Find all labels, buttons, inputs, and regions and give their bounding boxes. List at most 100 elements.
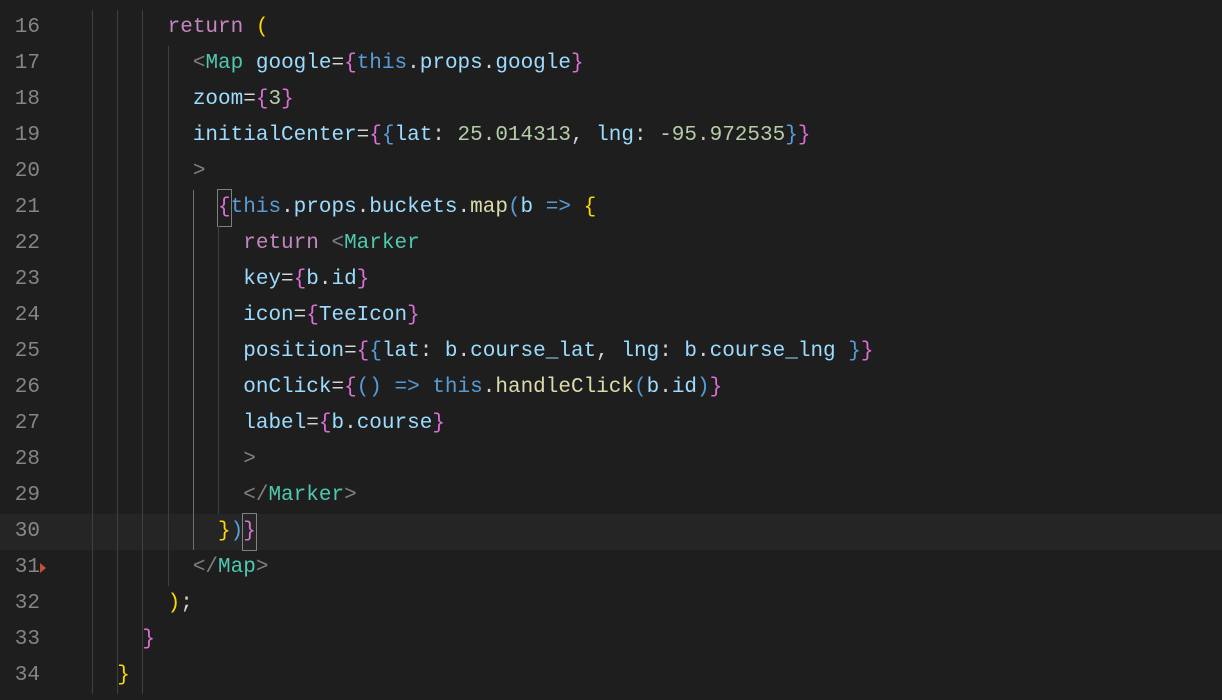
code-token: ( <box>357 376 370 399</box>
code-token: . <box>344 412 357 435</box>
code-token: } <box>710 376 723 399</box>
code-token: > <box>193 160 206 183</box>
code-token: , <box>596 340 609 363</box>
warning-marker-icon[interactable] <box>40 563 46 573</box>
code-token: } <box>407 304 420 327</box>
code-token: . <box>697 340 710 363</box>
code-line[interactable]: position={{lat: b.course_lat, lng: b.cou… <box>88 334 1222 370</box>
code-token: b <box>521 196 534 219</box>
code-token: Map <box>205 52 243 75</box>
code-token: { <box>218 196 231 219</box>
code-token: => <box>395 376 420 399</box>
code-token: . <box>407 52 420 75</box>
code-token: . <box>483 52 496 75</box>
code-line[interactable]: {this.props.buckets.map(b => { <box>88 190 1222 226</box>
code-token: { <box>319 412 332 435</box>
code-token: { <box>357 340 370 363</box>
code-token: , <box>571 124 584 147</box>
code-token: handleClick <box>495 376 634 399</box>
code-line[interactable]: </Marker> <box>88 478 1222 514</box>
code-token: } <box>432 412 445 435</box>
code-token: } <box>785 124 798 147</box>
code-token: props <box>420 52 483 75</box>
code-token: { <box>369 124 382 147</box>
code-token <box>319 232 332 255</box>
code-token: } <box>142 628 155 651</box>
code-token <box>533 196 546 219</box>
code-line[interactable]: onClick={() => this.handleClick(b.id)} <box>88 370 1222 406</box>
line-number: 21 <box>0 190 40 226</box>
code-token: b <box>647 376 660 399</box>
code-token: Marker <box>268 484 344 507</box>
code-token: => <box>546 196 571 219</box>
code-token: { <box>344 52 357 75</box>
code-line[interactable]: })} <box>88 514 1222 550</box>
code-line[interactable]: icon={TeeIcon} <box>88 298 1222 334</box>
code-token: > <box>243 448 256 471</box>
code-line[interactable]: <Map google={this.props.google} <box>88 46 1222 82</box>
code-token: buckets <box>369 196 457 219</box>
code-token: ( <box>634 376 647 399</box>
code-line[interactable]: return <Marker <box>88 226 1222 262</box>
fold-warning-column <box>54 0 88 700</box>
code-token: { <box>382 124 395 147</box>
line-number: 28 <box>0 442 40 478</box>
code-token: -95.972535 <box>659 124 785 147</box>
code-line[interactable]: } <box>88 658 1222 694</box>
code-token: lat <box>382 340 420 363</box>
code-token: id <box>331 268 356 291</box>
line-number: 34 <box>0 658 40 694</box>
code-token: : <box>432 124 445 147</box>
code-token: } <box>243 520 256 543</box>
line-number: 29 <box>0 478 40 514</box>
line-number: 19 <box>0 118 40 154</box>
code-token: b <box>331 412 344 435</box>
code-token: > <box>256 556 269 579</box>
code-line[interactable]: initialCenter={{lat: 25.014313, lng: -95… <box>88 118 1222 154</box>
code-token: this <box>432 376 482 399</box>
line-number: 26 <box>0 370 40 406</box>
code-token: = <box>357 124 370 147</box>
code-line[interactable]: key={b.id} <box>88 262 1222 298</box>
code-line[interactable]: ); <box>88 586 1222 622</box>
code-token: < <box>331 232 344 255</box>
line-number: 30 <box>0 514 40 550</box>
code-token: initialCenter <box>193 124 357 147</box>
code-token <box>836 340 849 363</box>
code-token: label <box>243 412 306 435</box>
line-number: 22 <box>0 226 40 262</box>
code-token <box>243 16 256 39</box>
code-line[interactable]: } <box>88 622 1222 658</box>
code-line[interactable]: zoom={3} <box>88 82 1222 118</box>
code-token <box>672 340 685 363</box>
code-token: this <box>231 196 281 219</box>
code-token: { <box>306 304 319 327</box>
code-token: } <box>571 52 584 75</box>
code-token: : <box>634 124 647 147</box>
line-number: 16 <box>0 10 40 46</box>
line-number: 27 <box>0 406 40 442</box>
code-token: = <box>281 268 294 291</box>
indent-guide <box>142 658 143 694</box>
code-token: lng <box>596 124 634 147</box>
code-line[interactable]: > <box>88 442 1222 478</box>
code-token: course_lat <box>470 340 596 363</box>
code-line[interactable]: return ( <box>88 10 1222 46</box>
code-token: TeeIcon <box>319 304 407 327</box>
code-token: . <box>281 196 294 219</box>
code-content[interactable]: return ( <Map google={this.props.google}… <box>88 0 1222 700</box>
code-token: . <box>483 376 496 399</box>
code-token: id <box>672 376 697 399</box>
line-number: 23 <box>0 262 40 298</box>
code-token: key <box>243 268 281 291</box>
code-line[interactable]: </Map> <box>88 550 1222 586</box>
code-token: = <box>306 412 319 435</box>
code-token <box>445 124 458 147</box>
code-token: b <box>445 340 458 363</box>
code-token: } <box>117 664 130 687</box>
code-line[interactable]: label={b.course} <box>88 406 1222 442</box>
code-token: props <box>294 196 357 219</box>
code-editor[interactable]: 16171819202122232425262728293031323334 r… <box>0 0 1222 700</box>
code-line[interactable]: > <box>88 154 1222 190</box>
code-token: . <box>357 196 370 219</box>
